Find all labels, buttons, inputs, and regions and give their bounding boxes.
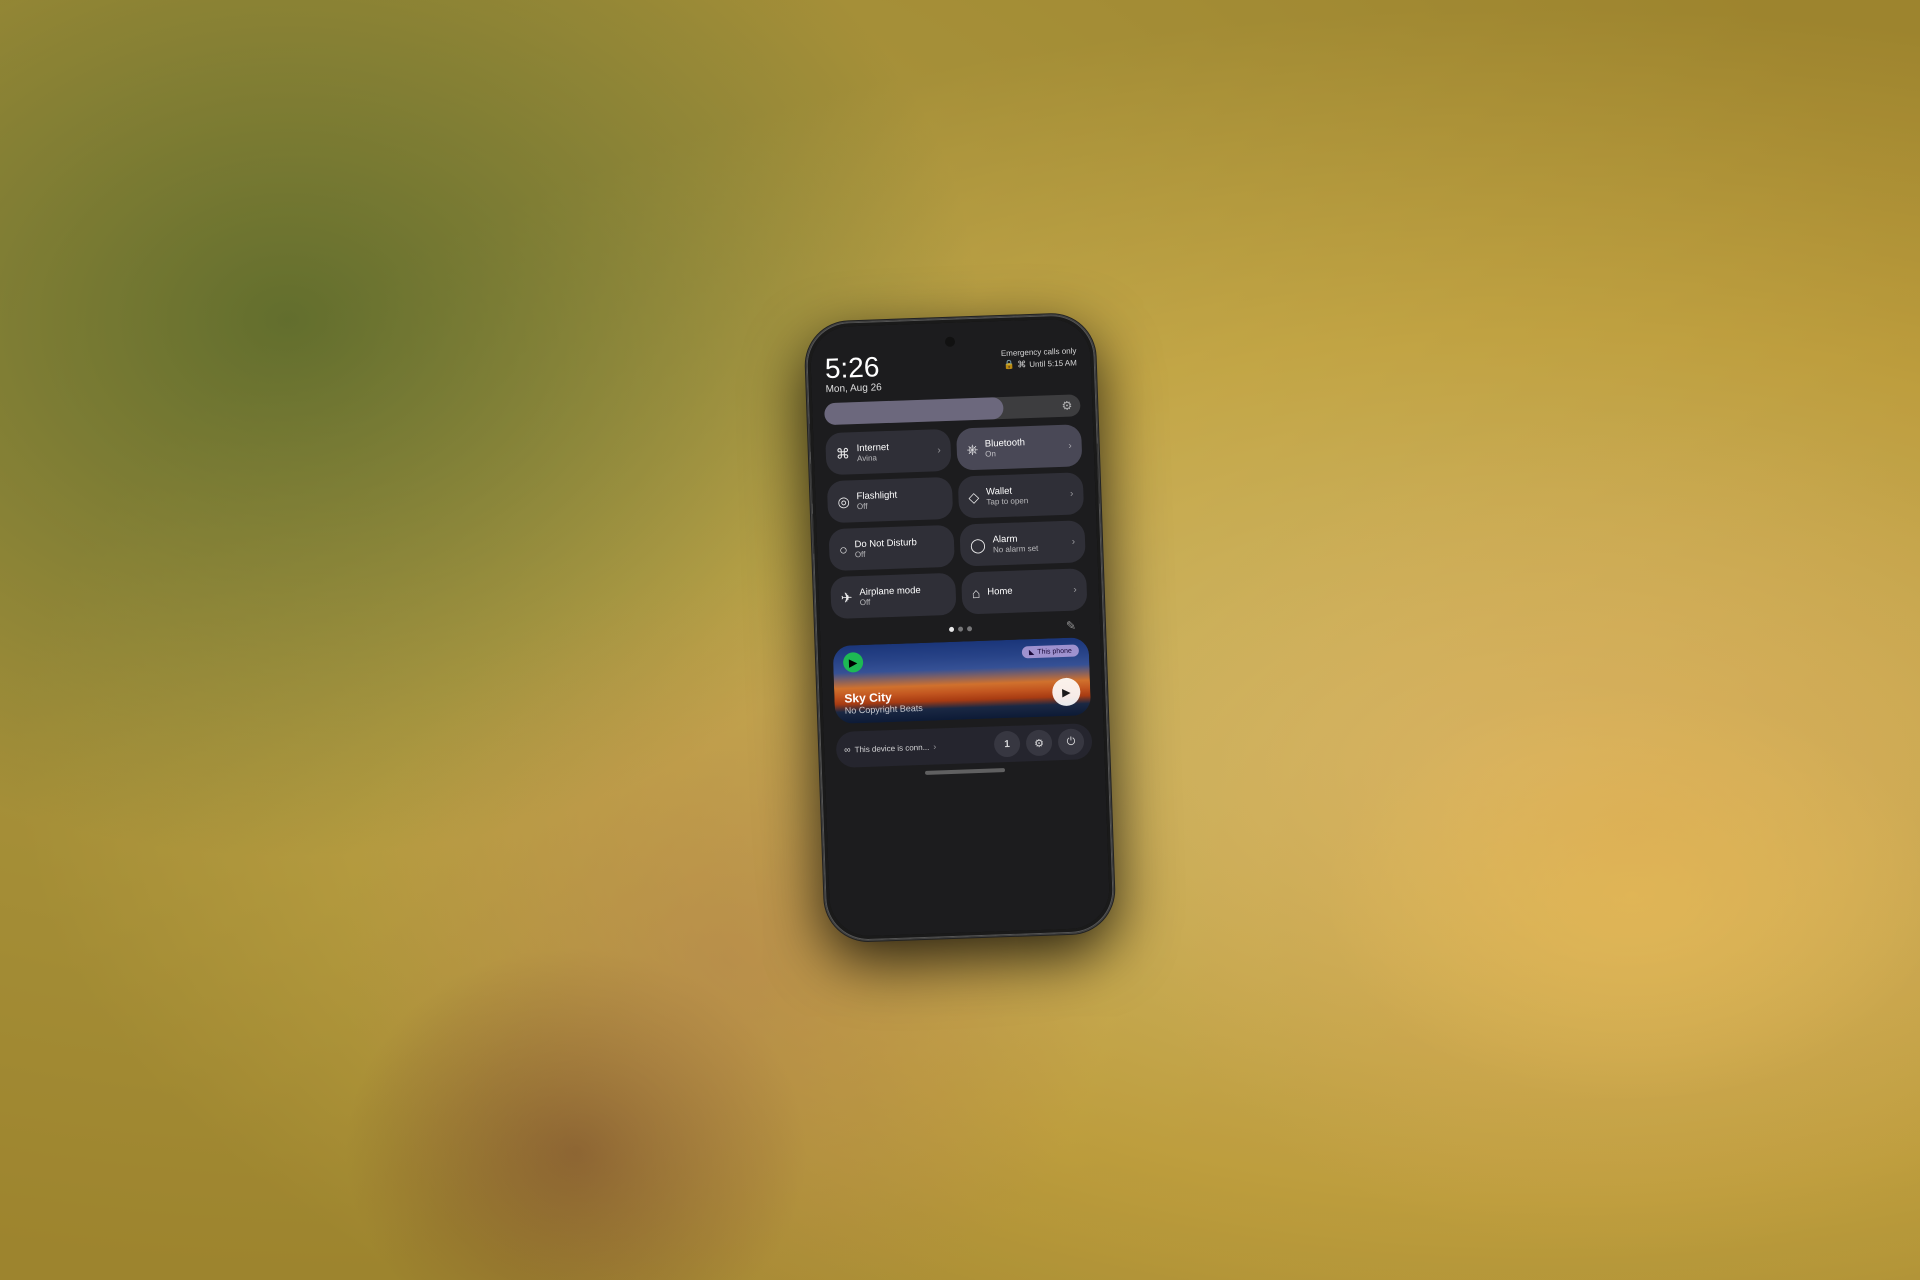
- tile-wallet-subtitle: Tap to open: [986, 495, 1063, 507]
- device-count: 1: [1004, 738, 1010, 749]
- tile-airplane-subtitle: Off: [860, 595, 947, 608]
- tile-home[interactable]: ⌂ Home ›: [961, 568, 1087, 614]
- alarm-time: Until 5:15 AM: [1029, 358, 1077, 369]
- settings-button[interactable]: ⚙: [1026, 729, 1053, 756]
- camera-dot: [945, 337, 955, 347]
- dot-1: [948, 627, 953, 632]
- dot-2: [957, 627, 962, 632]
- settings-gear-icon: ⚙: [1034, 736, 1044, 749]
- tile-flashlight-text: Flashlight Off: [856, 488, 942, 512]
- time-block: 5:26 Mon, Aug 26: [824, 353, 882, 395]
- page-dots: [948, 626, 971, 632]
- device-connection[interactable]: ∞ This device is conn... ›: [844, 740, 988, 755]
- tile-internet-text: Internet Avina: [856, 440, 930, 464]
- edit-icon[interactable]: ✎: [1066, 618, 1077, 632]
- power-button-bottom[interactable]: ⏻: [1058, 728, 1085, 755]
- this-phone-icon: ◣: [1029, 648, 1035, 656]
- tile-bluetooth-subtitle: On: [985, 447, 1062, 459]
- arrow-icon: ›: [1070, 488, 1074, 499]
- emergency-text: Emergency calls only: [1001, 346, 1077, 358]
- screen-content: 5:26 Mon, Aug 26 Emergency calls only 🔒 …: [809, 318, 1110, 937]
- tile-bluetooth-text: Bluetooth On: [985, 435, 1062, 459]
- tile-dnd-text: Do Not Disturb Off: [854, 536, 944, 560]
- alarm-tile-icon: ◯: [970, 536, 986, 554]
- phone-screen: 5:26 Mon, Aug 26 Emergency calls only 🔒 …: [809, 318, 1110, 937]
- tile-home-text: Home: [987, 584, 1067, 598]
- arrow-icon: ›: [1068, 440, 1072, 451]
- scene: 5:26 Mon, Aug 26 Emergency calls only 🔒 …: [0, 0, 1920, 1280]
- this-phone-text: This phone: [1037, 647, 1072, 655]
- music-artist: No Copyright Beats: [845, 703, 923, 716]
- device-conn-icon: ∞: [844, 744, 851, 754]
- this-phone-badge: ◣ This phone: [1022, 644, 1079, 658]
- play-button[interactable]: ▶: [1052, 677, 1081, 706]
- wifi-icon: ⌘: [836, 445, 851, 462]
- tile-home-title: Home: [987, 584, 1067, 598]
- arrow-icon: ›: [1072, 536, 1076, 547]
- status-right: Emergency calls only 🔒 ⌘ Until 5:15 AM: [1001, 346, 1077, 371]
- dot-3: [966, 626, 971, 631]
- tile-airplane-text: Airplane mode Off: [859, 584, 946, 608]
- tile-alarm[interactable]: ◯ Alarm No alarm set ›: [959, 520, 1085, 566]
- tile-dnd[interactable]: ○ Do Not Disturb Off: [828, 525, 954, 571]
- tile-alarm-text: Alarm No alarm set: [992, 531, 1065, 554]
- wallet-icon: ◇: [968, 488, 979, 505]
- brightness-slider[interactable]: ⚙: [824, 394, 1081, 425]
- phone-wrapper: 5:26 Mon, Aug 26 Emergency calls only 🔒 …: [804, 313, 1115, 943]
- home-indicator[interactable]: [925, 768, 1005, 775]
- tile-internet-subtitle: Avina: [857, 451, 931, 463]
- home-icon: ⌂: [972, 585, 981, 601]
- quick-tiles-grid: ⌘ Internet Avina › ⎈ Bluetooth: [825, 424, 1087, 619]
- tile-wallet-text: Wallet Tap to open: [986, 483, 1064, 507]
- clock-date: Mon, Aug 26: [825, 382, 882, 395]
- power-icon: ⏻: [1066, 735, 1075, 748]
- dnd-icon: ○: [839, 541, 848, 557]
- tile-internet[interactable]: ⌘ Internet Avina ›: [825, 429, 951, 475]
- bottom-bar: ∞ This device is conn... › 1 ⚙ ⏻: [836, 723, 1093, 768]
- status-bar: 5:26 Mon, Aug 26 Emergency calls only 🔒 …: [822, 346, 1079, 395]
- tile-bluetooth[interactable]: ⎈ Bluetooth On ›: [956, 424, 1082, 470]
- clock-time: 5:26: [824, 353, 881, 383]
- bluetooth-icon: ⎈: [966, 440, 978, 457]
- device-count-button[interactable]: 1: [994, 731, 1021, 758]
- music-overlay: ▶ ◣ This phone Sky City No Copyright Bea…: [833, 637, 1092, 724]
- tile-flashlight-subtitle: Off: [857, 499, 943, 512]
- flashlight-icon: ◎: [837, 493, 850, 510]
- conn-arrow-icon: ›: [933, 742, 936, 752]
- gear-icon[interactable]: ⚙: [1061, 399, 1072, 413]
- music-card[interactable]: ▶ ◣ This phone Sky City No Copyright Bea…: [833, 637, 1092, 724]
- phone-device: 5:26 Mon, Aug 26 Emergency calls only 🔒 …: [804, 313, 1115, 943]
- music-info: Sky City No Copyright Beats: [844, 689, 923, 716]
- device-conn-text: This device is conn...: [854, 742, 929, 754]
- tile-wallet[interactable]: ◇ Wallet Tap to open ›: [958, 472, 1084, 518]
- tile-alarm-subtitle: No alarm set: [993, 543, 1065, 555]
- spotify-icon: ▶: [843, 652, 864, 673]
- arrow-icon: ›: [937, 445, 941, 456]
- tile-airplane[interactable]: ✈ Airplane mode Off: [830, 573, 956, 619]
- airplane-icon: ✈: [841, 589, 853, 606]
- arrow-icon: ›: [1073, 584, 1077, 595]
- alarm-status: 🔒 ⌘ Until 5:15 AM: [1003, 357, 1077, 371]
- alarm-icon: 🔒 ⌘: [1003, 359, 1026, 371]
- brightness-fill: [824, 397, 1004, 425]
- tile-dnd-subtitle: Off: [855, 547, 945, 560]
- dots-row: ✎: [832, 618, 1088, 640]
- tile-flashlight[interactable]: ◎ Flashlight Off: [827, 477, 953, 523]
